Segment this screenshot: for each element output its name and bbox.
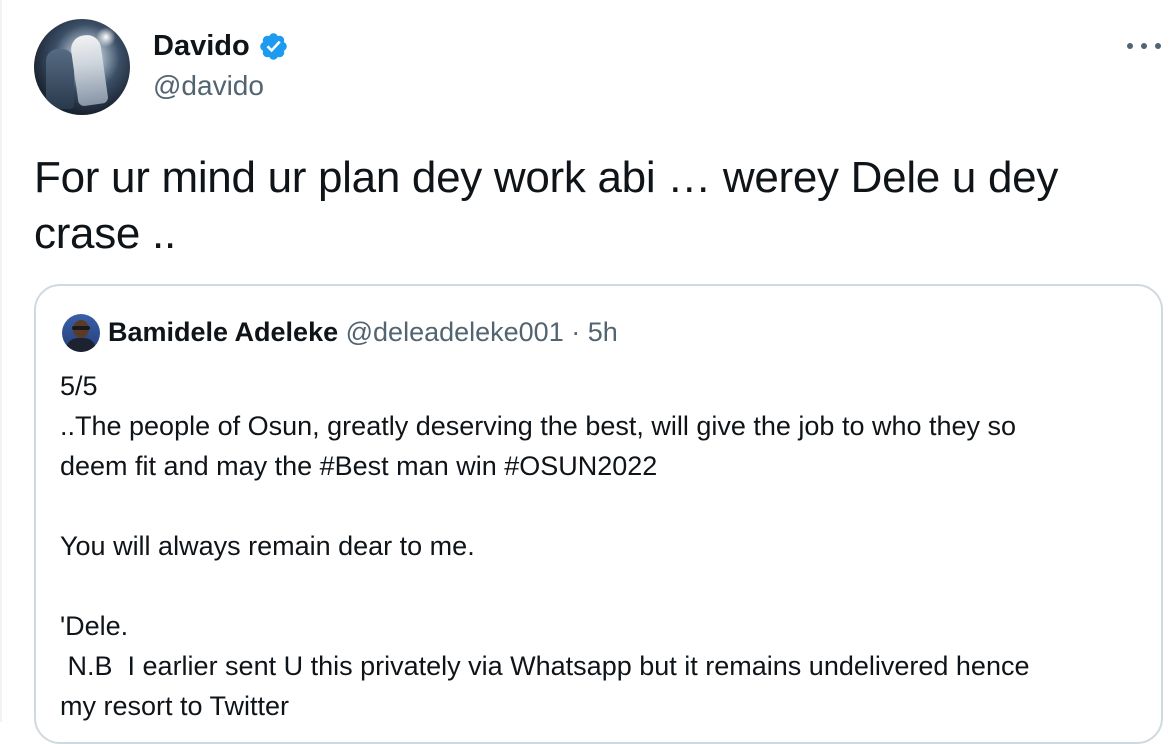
author-display-name[interactable]: Davido (153, 29, 250, 63)
quoted-text-line: 5/5 (60, 371, 98, 401)
verified-badge-icon (259, 32, 287, 60)
quoted-timestamp[interactable]: 5h (588, 317, 618, 347)
quoted-text-line: ..The people of Osun, greatly deserving … (60, 411, 1017, 441)
more-options-icon[interactable] (1127, 36, 1161, 56)
quoted-text-line: 'Dele. (60, 611, 129, 641)
quoted-text-line: N.B I earlier sent U this privately via … (60, 651, 1030, 681)
author-handle[interactable]: @davido (153, 69, 264, 103)
author-name-row[interactable]: Davido (153, 29, 289, 63)
more-dot (1155, 43, 1161, 49)
quoted-text-line (60, 486, 1150, 526)
quoted-text-line: my resort to Twitter (60, 691, 290, 721)
quoted-avatar-glasses (72, 326, 90, 330)
left-border (0, 0, 2, 722)
quoted-author-handle[interactable]: @deleadeleke001 (346, 317, 564, 347)
author-avatar[interactable] (34, 19, 130, 115)
tweet-text: For ur mind ur plan dey work abi … werey… (34, 153, 1059, 258)
quoted-text-line: You will always remain dear to me. (60, 531, 475, 561)
quoted-tweet-text: 5/5 ..The people of Osun, greatly deserv… (60, 366, 1150, 726)
quoted-author-name[interactable]: Bamidele Adeleke (108, 317, 338, 347)
quoted-author-avatar[interactable] (62, 314, 100, 352)
quoted-text-line (60, 566, 1150, 606)
quoted-text-line: deem fit and may the #Best man win #OSUN… (60, 451, 658, 481)
more-dot (1141, 43, 1147, 49)
quoted-tweet-card[interactable]: Bamidele Adeleke @deleadeleke001 · 5h 5/… (34, 284, 1163, 744)
more-dot (1127, 43, 1133, 49)
quoted-avatar-body (66, 338, 96, 352)
avatar-figure (46, 49, 74, 109)
quoted-tweet-header: Bamidele Adeleke @deleadeleke001 · 5h (108, 315, 618, 349)
avatar-light (96, 27, 116, 47)
quoted-separator: · (571, 317, 581, 347)
